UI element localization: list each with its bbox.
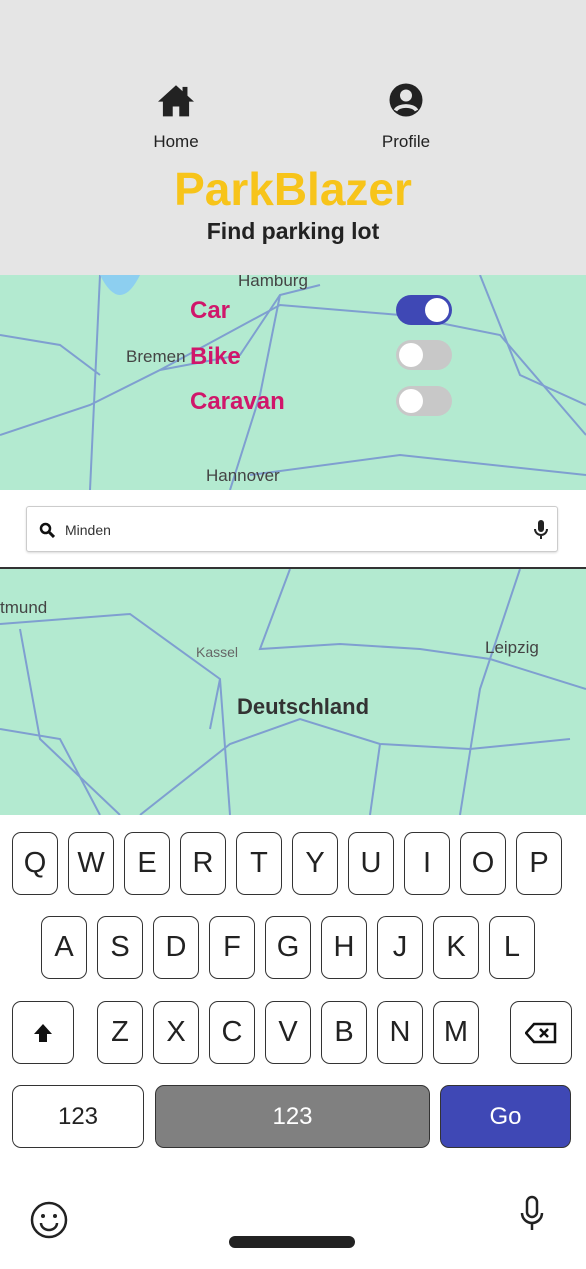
search-icon	[39, 522, 55, 538]
search-input[interactable]: Minden	[26, 506, 558, 552]
city-label: Kassel	[196, 644, 239, 660]
key-x[interactable]: X	[153, 1001, 199, 1064]
key-z[interactable]: Z	[97, 1001, 143, 1064]
key-r[interactable]: R	[180, 832, 226, 895]
home-icon	[158, 85, 194, 117]
key-k[interactable]: K	[433, 916, 479, 979]
key-c[interactable]: C	[209, 1001, 255, 1064]
key-f[interactable]: F	[209, 916, 255, 979]
map-roads	[0, 275, 586, 490]
shift-arrow-icon	[34, 1023, 52, 1042]
key-u[interactable]: U	[348, 832, 394, 895]
page-subtitle: Find parking lot	[206, 218, 380, 244]
mic-icon[interactable]	[520, 1195, 544, 1233]
caravan-toggle[interactable]	[396, 386, 452, 416]
home-indicator	[229, 1236, 355, 1248]
key-q[interactable]: Q	[12, 832, 58, 895]
city-label: tmund	[0, 598, 48, 617]
key-v[interactable]: V	[265, 1001, 311, 1064]
backspace-key[interactable]	[510, 1001, 572, 1064]
bike-toggle[interactable]	[396, 340, 452, 370]
key-w[interactable]: W	[68, 832, 114, 895]
key-g[interactable]: G	[265, 916, 311, 979]
city-label: Hannover	[206, 466, 280, 485]
option-bike-label: Bike	[190, 343, 241, 370]
space-key[interactable]: 123	[155, 1085, 430, 1148]
key-n[interactable]: N	[377, 1001, 423, 1064]
key-e[interactable]: E	[124, 832, 170, 895]
key-j[interactable]: J	[377, 916, 423, 979]
map-roads	[0, 569, 586, 815]
option-car-label: Car	[190, 297, 231, 324]
numbers-key[interactable]: 123	[12, 1085, 144, 1148]
app-title: ParkBlazer	[174, 163, 412, 215]
keyboard: QWERTYUIOP ASDFGHJKL ZXCVBNM 123 123 Go	[0, 815, 586, 1269]
key-i[interactable]: I	[404, 832, 450, 895]
emoji-icon[interactable]	[30, 1201, 68, 1239]
key-b[interactable]: B	[321, 1001, 367, 1064]
nav-profile-label: Profile	[381, 132, 431, 151]
key-o[interactable]: O	[460, 832, 506, 895]
nav-profile[interactable]: Profile	[356, 82, 456, 152]
map-top[interactable]: Hamburg Bremen Hannover Car Bike Caravan	[0, 275, 586, 490]
map-bottom[interactable]: tmund Kassel Leipzig Deutschland	[0, 569, 586, 815]
key-p[interactable]: P	[516, 832, 562, 895]
backspace-icon	[525, 1022, 557, 1043]
city-label: Bremen	[126, 347, 186, 366]
car-toggle[interactable]	[396, 295, 452, 325]
shift-key[interactable]	[12, 1001, 74, 1064]
country-label: Deutschland	[237, 694, 370, 719]
key-h[interactable]: H	[321, 916, 367, 979]
option-caravan-label: Caravan	[190, 388, 285, 415]
key-s[interactable]: S	[97, 916, 143, 979]
city-label: Hamburg	[238, 275, 308, 290]
key-y[interactable]: Y	[292, 832, 338, 895]
nav-home[interactable]: Home	[126, 82, 226, 152]
key-m[interactable]: M	[433, 1001, 479, 1064]
city-label: Leipzig	[485, 638, 539, 657]
mic-icon[interactable]	[534, 520, 548, 540]
key-t[interactable]: T	[236, 832, 282, 895]
search-value: Minden	[65, 522, 111, 538]
key-l[interactable]: L	[489, 916, 535, 979]
nav-home-label: Home	[153, 132, 199, 151]
key-d[interactable]: D	[153, 916, 199, 979]
go-key[interactable]: Go	[440, 1085, 571, 1148]
app-header: Home Profile ParkBlazer Find parking lot	[0, 0, 586, 275]
account-circle-icon	[389, 83, 423, 117]
key-a[interactable]: A	[41, 916, 87, 979]
